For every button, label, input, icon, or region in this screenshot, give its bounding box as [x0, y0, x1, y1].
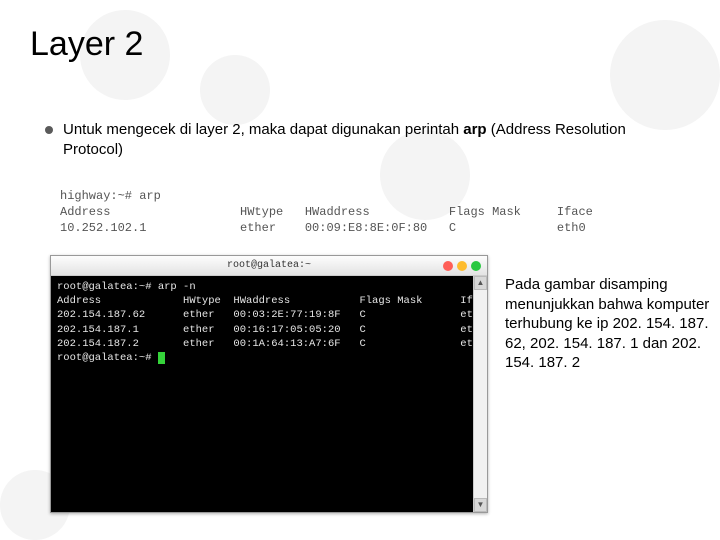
- term-row: 202.154.187.1 ether 00:16:17:05:05:20 C …: [57, 324, 485, 336]
- bullet-text: Untuk mengecek di layer 2, maka dapat di…: [63, 120, 690, 161]
- minimize-icon[interactable]: [457, 261, 467, 271]
- window-controls[interactable]: [443, 261, 481, 271]
- scroll-down-icon[interactable]: ▼: [474, 498, 487, 512]
- terminal-titlebar: root@galatea:~: [51, 256, 487, 276]
- arp-header: Address HWtype HWaddress Flags Mask Ifac…: [60, 205, 593, 219]
- terminal-scrollbar[interactable]: ▲ ▼: [473, 276, 487, 512]
- scroll-up-icon[interactable]: ▲: [474, 276, 487, 290]
- term-row: 202.154.187.2 ether 00:1A:64:13:A7:6F C …: [57, 338, 485, 350]
- terminal-window: root@galatea:~ root@galatea:~# arp -n Ad…: [50, 255, 488, 513]
- term-row: 202.154.187.62 ether 00:03:2E:77:19:8F C…: [57, 309, 485, 321]
- bullet-command: arp: [463, 121, 486, 138]
- bullet-icon: [45, 126, 53, 134]
- term-cursor-prompt: root@galatea:~#: [57, 352, 158, 364]
- bg-circle: [610, 20, 720, 130]
- scroll-track[interactable]: [474, 290, 487, 498]
- slide-title: Layer 2: [30, 25, 143, 64]
- terminal-body[interactable]: root@galatea:~# arp -n Address HWtype HW…: [51, 276, 487, 512]
- term-header: Address HWtype HWaddress Flags Mask Ifac…: [57, 295, 487, 307]
- close-icon[interactable]: [443, 261, 453, 271]
- side-note-text: Pada gambar disamping menunjukkan bahwa …: [505, 275, 712, 373]
- maximize-icon[interactable]: [471, 261, 481, 271]
- term-line-prompt: root@galatea:~# arp -n: [57, 281, 196, 293]
- terminal-title: root@galatea:~: [51, 260, 487, 271]
- arp-row: 10.252.102.1 ether 00:09:E8:8E:0F:80 C e…: [60, 221, 586, 235]
- arp-prompt: highway:~# arp: [60, 189, 161, 203]
- arp-output-top: highway:~# arp Address HWtype HWaddress …: [60, 188, 593, 237]
- bullet-item: Untuk mengecek di layer 2, maka dapat di…: [45, 120, 690, 161]
- bg-circle: [200, 55, 270, 125]
- bullet-prefix: Untuk mengecek di layer 2, maka dapat di…: [63, 121, 463, 138]
- cursor-icon: [158, 352, 165, 364]
